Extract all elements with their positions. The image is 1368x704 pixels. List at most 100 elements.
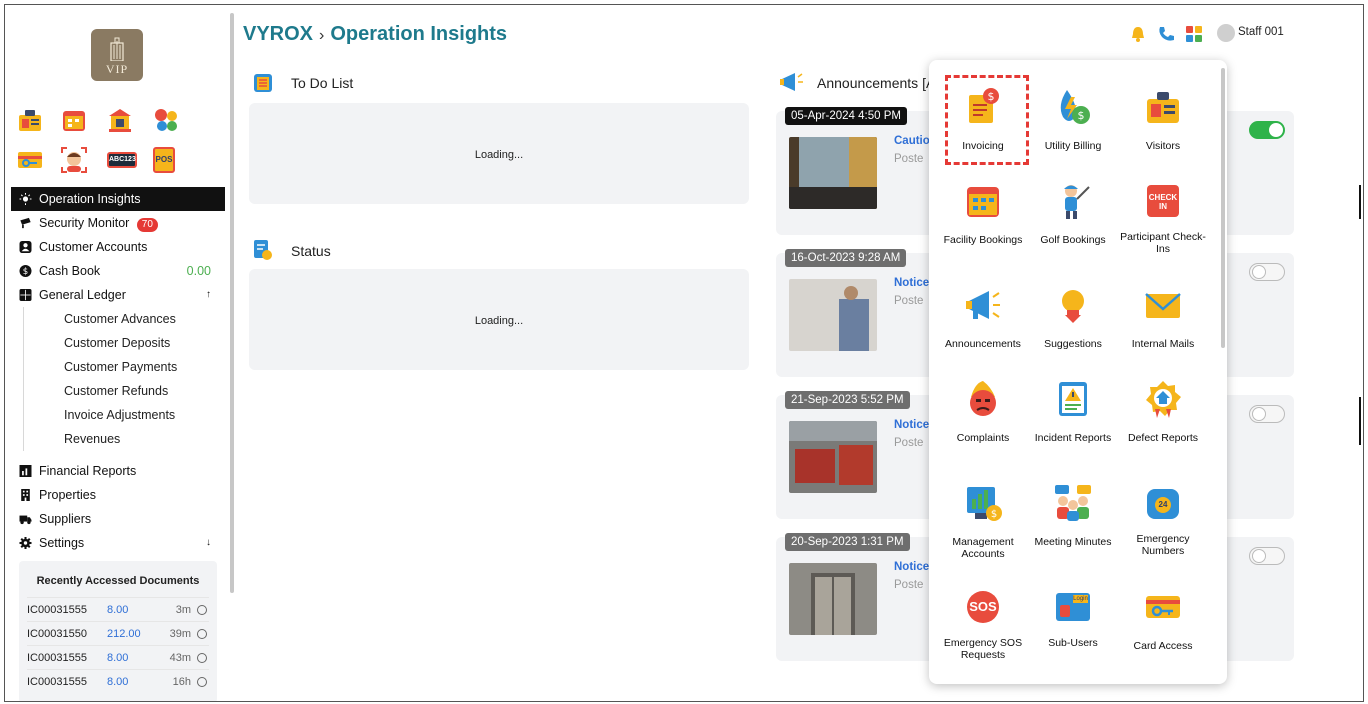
card-key-icon[interactable] (17, 147, 43, 173)
breadcrumb-page: Operation Insights (330, 23, 508, 45)
announcement-thumbnail (789, 563, 877, 635)
calendar-icon (967, 187, 999, 217)
app-label: Meeting Minutes (1034, 536, 1112, 548)
sidebar-item-security-monitor[interactable]: Security Monitor 70 (11, 211, 225, 235)
face-scan-icon[interactable] (61, 147, 87, 173)
meeting-icon (1055, 485, 1091, 521)
app-management-accounts[interactable]: $ Management Accounts (937, 483, 1029, 560)
sidebar-item-operation-insights[interactable]: Operation Insights (11, 187, 225, 211)
document-time: 16h (172, 676, 191, 688)
breadcrumb-separator: › (319, 27, 325, 44)
cctv-icon (20, 217, 31, 229)
document-amount: 8.00 (107, 652, 129, 664)
announcement-thumbnail (789, 421, 877, 493)
app-card-access[interactable]: Card Access (1117, 587, 1209, 652)
collapse-arrow-icon[interactable]: ↑ (206, 283, 211, 307)
announcement-toggle[interactable] (1249, 547, 1285, 565)
cash-book-balance: 0.00 (186, 264, 211, 278)
sidebar-subitem-customer-advances[interactable]: Customer Advances (23, 307, 225, 331)
visitors-icon[interactable] (17, 107, 43, 133)
app-participant-check-ins[interactable]: CHECK IN Participant Check-Ins (1117, 181, 1209, 255)
card-access-icon (1146, 596, 1180, 618)
app-emergency-numbers[interactable]: 24 Emergency Numbers (1117, 483, 1209, 557)
sidebar-subitem-customer-refunds[interactable]: Customer Refunds (23, 379, 225, 403)
clock-icon (197, 677, 207, 687)
report-icon (19, 465, 32, 477)
sidebar-item-label: Settings (39, 536, 85, 550)
app-incident-reports[interactable]: Incident Reports (1027, 379, 1119, 444)
app-suggestions[interactable]: Suggestions (1027, 285, 1119, 350)
sidebar-subitem-customer-payments[interactable]: Customer Payments (23, 355, 225, 379)
sidebar-subitem-customer-deposits[interactable]: Customer Deposits (23, 331, 225, 355)
announcement-toggle[interactable] (1249, 263, 1285, 281)
app-window: VIP ABC123 POS Operation Insights Securi… (4, 4, 1364, 702)
selection-highlight (945, 75, 1029, 165)
scrollbar-thumb[interactable] (230, 13, 234, 593)
todo-card: Loading... (249, 103, 749, 204)
app-visitors[interactable]: Visitors (1117, 87, 1209, 152)
calendar-icon[interactable] (61, 107, 87, 133)
app-meeting-minutes[interactable]: Meeting Minutes (1027, 483, 1119, 548)
app-label: Suggestions (1044, 338, 1102, 350)
app-label: Golf Bookings (1040, 234, 1106, 246)
app-sub-users[interactable]: Login Sub-Users (1027, 587, 1119, 649)
phone-icon[interactable] (1157, 25, 1175, 43)
document-time: 39m (169, 628, 191, 640)
document-id: IC00031555 (27, 676, 87, 688)
clock-icon (197, 629, 207, 639)
announcement-posted: Poste (894, 579, 924, 591)
sidebar-scrollbar[interactable] (229, 5, 235, 701)
document-amount: 8.00 (107, 676, 129, 688)
apps-grid-icon[interactable] (1185, 25, 1203, 43)
user-name[interactable]: Staff 001 (1238, 26, 1284, 38)
breadcrumb-app[interactable]: VYROX (243, 23, 313, 45)
app-facility-bookings[interactable]: Facility Bookings (937, 181, 1029, 246)
app-complaints[interactable]: Complaints (937, 379, 1029, 444)
app-golf-bookings[interactable]: Golf Bookings (1027, 181, 1119, 246)
abc123-plate-icon[interactable]: ABC123 (107, 147, 137, 173)
recent-document-row[interactable]: IC00031555 8.00 16h (27, 669, 209, 693)
user-avatar-icon[interactable] (1217, 24, 1235, 42)
molecule-icon[interactable] (153, 107, 179, 133)
announcement-toggle[interactable] (1249, 405, 1285, 423)
person-icon (19, 241, 32, 253)
dropdown-scrollbar[interactable] (1221, 68, 1225, 348)
announcements-title[interactable]: Announcements [A (817, 75, 935, 91)
vip-logo[interactable]: VIP (91, 29, 143, 81)
document-id: IC00031555 (27, 604, 87, 616)
recent-document-row[interactable]: IC00031555 8.00 3m (27, 597, 209, 621)
svg-text:$: $ (991, 509, 997, 520)
sidebar-item-suppliers[interactable]: Suppliers (11, 507, 225, 531)
plate-text: ABC123 (107, 152, 137, 168)
sidebar-item-cash-book[interactable]: $ Cash Book 0.00 (11, 259, 225, 283)
sidebar-item-customer-accounts[interactable]: Customer Accounts (11, 235, 225, 259)
sidebar-item-financial-reports[interactable]: Financial Reports (11, 459, 225, 483)
app-internal-mails[interactable]: Internal Mails (1117, 285, 1209, 350)
app-announcements[interactable]: Announcements (937, 285, 1029, 350)
recent-document-row[interactable]: IC00031555 8.00 43m (27, 645, 209, 669)
utility-billing-icon: $ (1060, 90, 1090, 124)
building-icon[interactable] (107, 107, 133, 133)
app-emergency-sos-requests[interactable]: SOS Emergency SOS Requests (937, 587, 1029, 661)
sidebar-item-properties[interactable]: Properties (11, 483, 225, 507)
app-defect-reports[interactable]: Defect Reports (1117, 379, 1209, 444)
visitors-icon (1147, 92, 1179, 123)
app-label: Visitors (1145, 140, 1181, 152)
todo-loading: Loading... (474, 149, 524, 161)
recent-document-row[interactable]: IC00031550 212.00 39m (27, 621, 209, 645)
checkin-icon: CHECK IN (1143, 181, 1183, 221)
app-utility-billing[interactable]: $ Utility Billing (1027, 87, 1119, 152)
app-label: Emergency SOS Requests (943, 637, 1023, 661)
announcement-toggle[interactable] (1249, 121, 1285, 139)
golfer-icon (1064, 185, 1090, 219)
page-title: VYROX › Operation Insights (243, 23, 507, 46)
todo-title: To Do List (291, 75, 354, 91)
sidebar-subitem-invoice-adjustments[interactable]: Invoice Adjustments (23, 403, 225, 427)
pos-icon[interactable]: POS (153, 147, 179, 173)
announcement-thumbnail (789, 279, 877, 351)
bell-icon[interactable] (1129, 25, 1147, 43)
expand-arrow-icon[interactable]: ↓ (206, 531, 211, 555)
sidebar-subitem-revenues[interactable]: Revenues (23, 427, 225, 451)
sidebar-item-general-ledger[interactable]: General Ledger ↑ (11, 283, 225, 307)
sidebar-item-settings[interactable]: Settings ↓ (11, 531, 225, 555)
